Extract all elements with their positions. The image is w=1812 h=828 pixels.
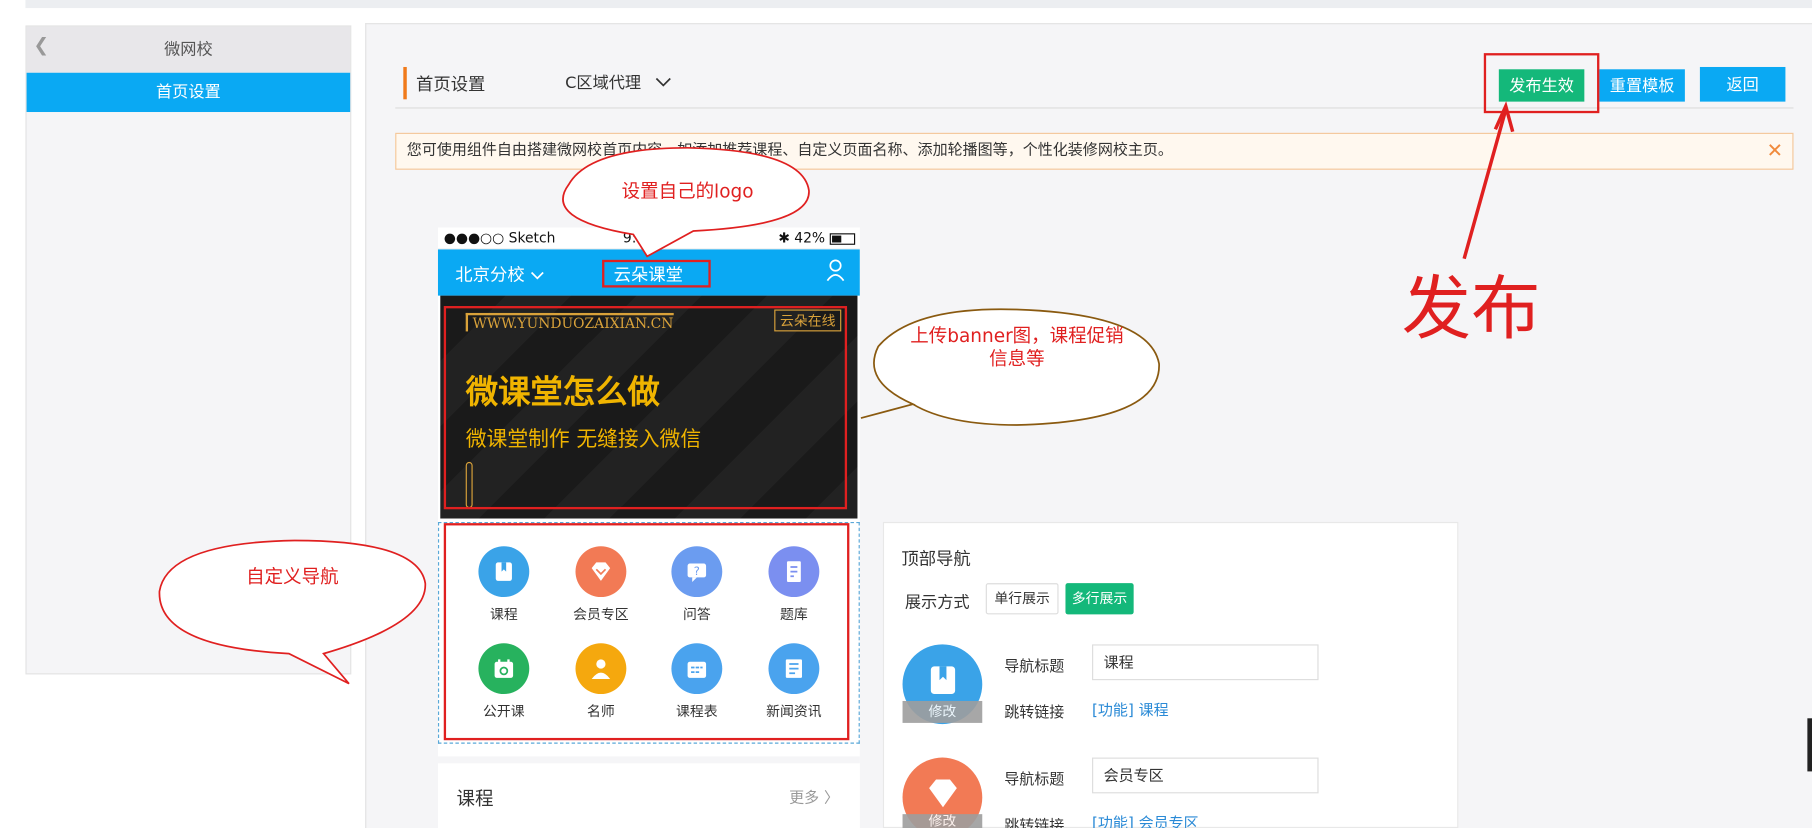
annotation-logo: 设置自己的logo	[621, 180, 754, 203]
annotation-publish: 发布	[1401, 269, 1541, 350]
annotation-overlay	[158, 101, 1515, 685]
annotation-nav: 自定义导航	[246, 565, 339, 588]
annotation-banner: 上传banner图，课程促销信息等	[910, 324, 1124, 370]
